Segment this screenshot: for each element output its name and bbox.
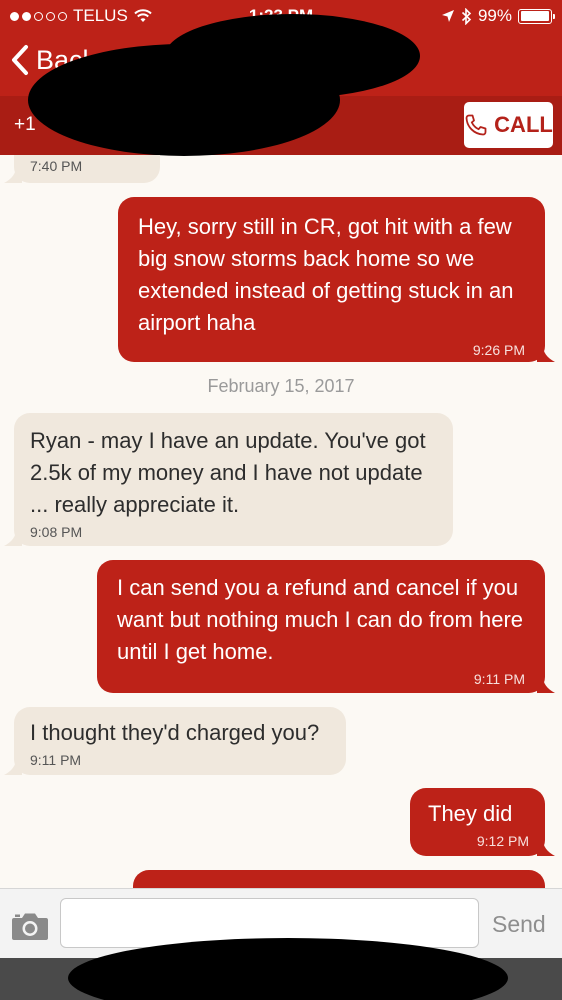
call-button[interactable]: CALL [464, 102, 553, 148]
bubble-tail [537, 840, 555, 856]
battery-percent: 99% [477, 6, 512, 25]
message-thread[interactable]: 7:40 PM Hey, sorry still in CR, got hit … [0, 155, 562, 888]
message-time: 9:08 PM [30, 524, 83, 540]
message-time: 9:11 PM [473, 671, 525, 687]
redaction-mark [28, 44, 340, 156]
outgoing-message: Hey, sorry still in CR, got hit with a f… [118, 197, 555, 362]
outgoing-message: They did 9:12 PM [410, 788, 555, 856]
status-right: 99% [441, 6, 555, 26]
bubble-tail [4, 167, 22, 183]
phone-icon [465, 114, 487, 136]
app-header: TELUS 1:23 PM 99% Back [0, 0, 562, 156]
message-text: I thought they'd charged you? [30, 720, 320, 745]
outgoing-message: I can send you a refund and cancel if yo… [97, 560, 555, 693]
date-separator: February 15, 2017 [207, 376, 355, 396]
message-time: 9:12 PM [476, 833, 529, 849]
incoming-message: Ryan - may I have an update. You've got … [4, 413, 453, 546]
message-text: Ryan - may I have an update. You've got … [30, 428, 426, 517]
camera-button[interactable] [11, 911, 49, 946]
message-text: Hey, sorry still in CR, got hit with a f… [138, 214, 514, 335]
location-arrow-icon [441, 10, 454, 22]
incoming-message: I thought they'd charged you? 9:11 PM [4, 707, 346, 775]
send-button[interactable]: Send [492, 911, 546, 938]
message-time: 7:40 PM [30, 158, 83, 174]
camera-icon [12, 913, 48, 940]
incoming-message: 7:40 PM [4, 155, 160, 183]
chevron-left-icon [12, 45, 28, 75]
message-text: They did [428, 801, 513, 826]
battery-fill [520, 11, 550, 21]
bubble-tail [4, 530, 22, 546]
message-time: 9:11 PM [30, 752, 82, 768]
bottom-bar [0, 938, 562, 1000]
message-time: 9:26 PM [472, 342, 525, 358]
bubble-tail [4, 759, 22, 775]
contact-phone-number: +1 [14, 114, 36, 135]
battery-icon [518, 8, 555, 24]
bluetooth-icon [461, 7, 472, 25]
bubble-tail [537, 677, 555, 693]
bubble-tail [537, 346, 555, 362]
call-label: CALL [494, 112, 553, 137]
message-text: I can send you a refund and cancel if yo… [117, 575, 524, 664]
outgoing-message-partial [133, 870, 545, 888]
